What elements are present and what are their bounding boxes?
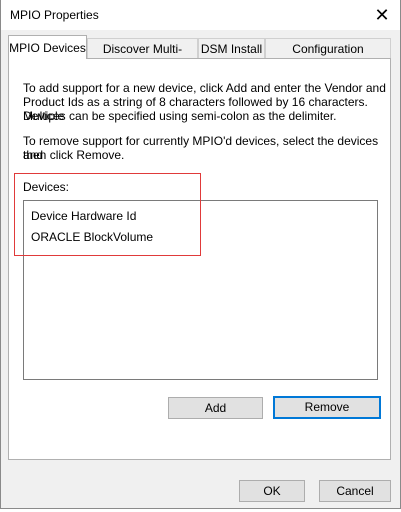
annotation-highlight-box (14, 173, 201, 256)
tab-discover-multi-paths[interactable]: Discover Multi-Paths (87, 38, 198, 76)
tab-dsm-install[interactable]: DSM Install (198, 38, 265, 58)
ok-button[interactable]: OK (239, 480, 305, 502)
tab-configuration-snapshot[interactable]: Configuration Snapshot (265, 38, 391, 76)
instructions-add-line-3: Devices can be specified using semi-colo… (23, 109, 337, 123)
add-button[interactable]: Add (168, 397, 263, 419)
mpio-properties-dialog: MPIO Properties ✕ MPIO Devices Discover … (0, 0, 401, 509)
divider (0, 508, 401, 509)
instructions-remove-line-2: then click Remove. (23, 148, 125, 162)
cancel-button[interactable]: Cancel (319, 480, 391, 502)
close-icon[interactable]: ✕ (370, 3, 394, 27)
instructions-add-line-1: To add support for a new device, click A… (23, 81, 386, 95)
remove-button[interactable]: Remove (273, 396, 381, 419)
window-title: MPIO Properties (10, 8, 99, 22)
title-bar: MPIO Properties ✕ (1, 0, 400, 30)
tab-mpio-devices[interactable]: MPIO Devices (8, 35, 87, 59)
